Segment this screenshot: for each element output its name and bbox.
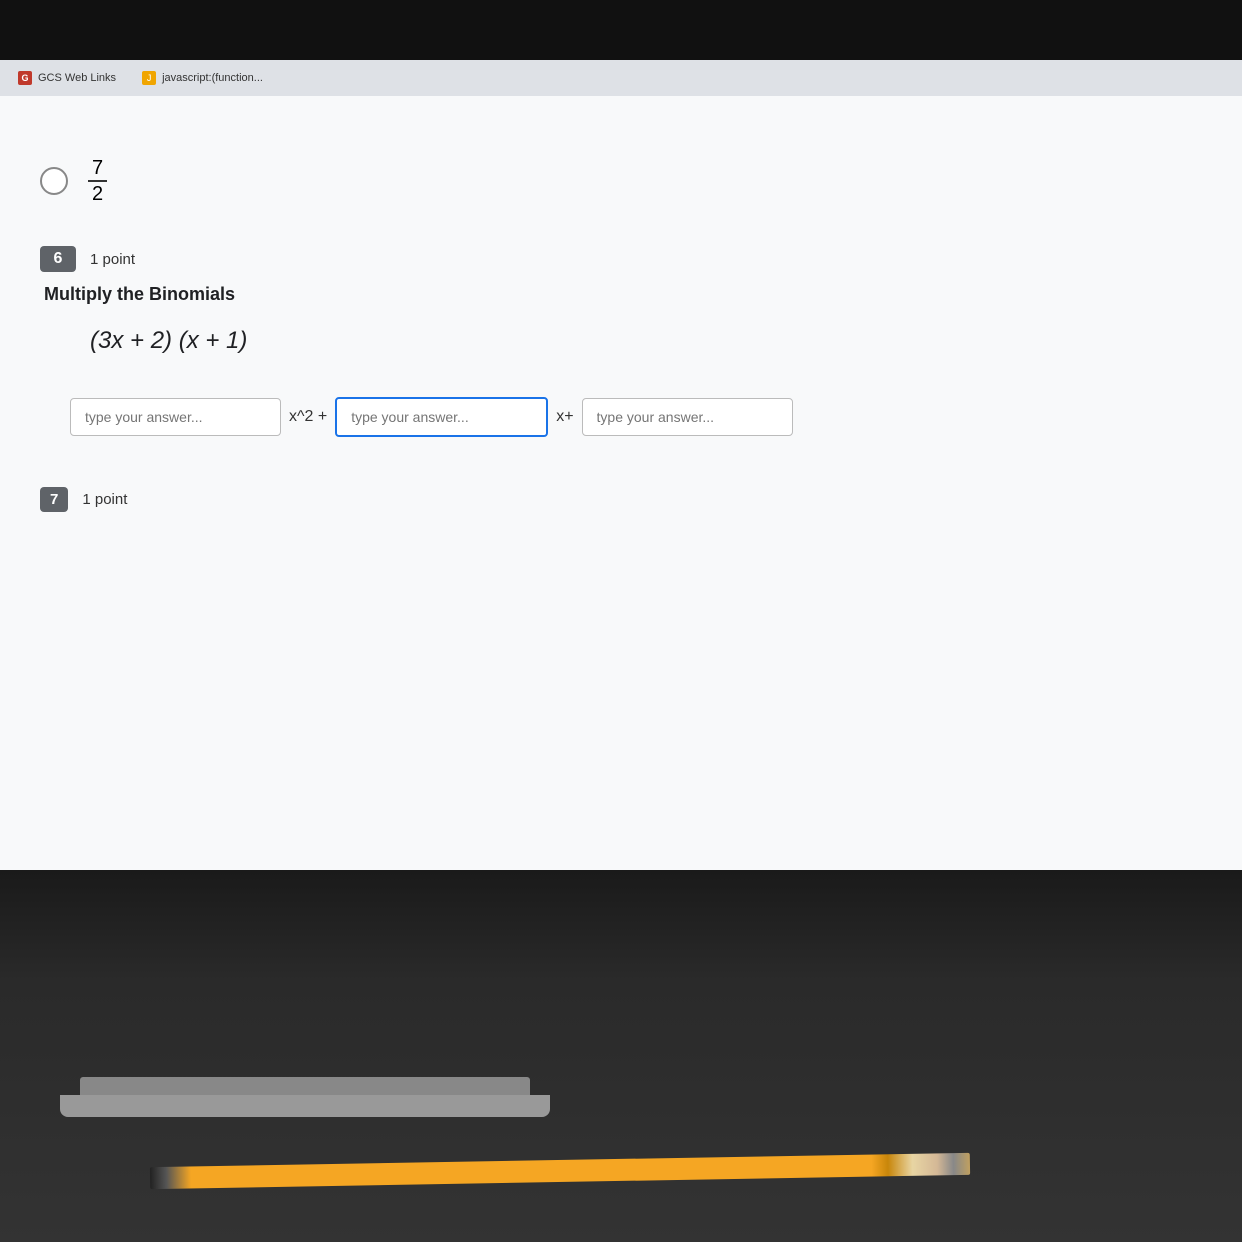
tab-gcs-label: GCS Web Links: [38, 72, 116, 84]
question-6-points: 1 point: [90, 251, 135, 268]
laptop-base: [60, 1095, 550, 1117]
fraction-denominator: 2: [88, 182, 107, 206]
operator-x2-plus: x^2 +: [289, 408, 327, 426]
gcs-tab-icon: G: [18, 71, 32, 85]
fraction-row: 7 2: [40, 156, 1202, 206]
pencil: [150, 1153, 970, 1189]
question-6-number: 6: [40, 246, 76, 272]
screen: G GCS Web Links J javascript:(function..…: [0, 60, 1242, 930]
top-black-bar: [0, 0, 1242, 62]
question-7-number: 7: [40, 487, 68, 512]
answer-input-1[interactable]: [70, 398, 281, 436]
question-area: 7 2 6 1 point Multiply the Binomials (3x…: [0, 136, 1242, 532]
answer-row: x^2 + x+: [70, 397, 1202, 437]
fraction-numerator: 7: [88, 156, 107, 182]
browser-bar: G GCS Web Links J javascript:(function..…: [0, 60, 1242, 96]
laptop-bottom-edge: [80, 1077, 530, 1097]
answer-input-3[interactable]: [582, 398, 793, 436]
question-6-expression: (3x + 2) (x + 1): [90, 327, 1202, 355]
question-6-block: 6 1 point Multiply the Binomials (3x + 2…: [40, 246, 1202, 437]
fraction-display: 7 2: [88, 156, 107, 206]
answer-input-2[interactable]: [335, 397, 548, 437]
tab-js-label: javascript:(function...: [162, 72, 263, 84]
content-area: 7 2 6 1 point Multiply the Binomials (3x…: [0, 96, 1242, 930]
question-7-block: 7 1 point: [40, 487, 1202, 512]
question-7-points: 1 point: [82, 491, 127, 508]
fraction-radio[interactable]: [40, 167, 68, 195]
tab-js[interactable]: J javascript:(function...: [134, 67, 271, 89]
question-6-header: 6 1 point: [40, 246, 1202, 272]
desk-area: [0, 870, 1242, 1242]
question-6-title: Multiply the Binomials: [44, 284, 1202, 305]
operator-x-plus: x+: [556, 408, 573, 426]
js-tab-icon: J: [142, 71, 156, 85]
tab-gcs[interactable]: G GCS Web Links: [10, 67, 124, 89]
